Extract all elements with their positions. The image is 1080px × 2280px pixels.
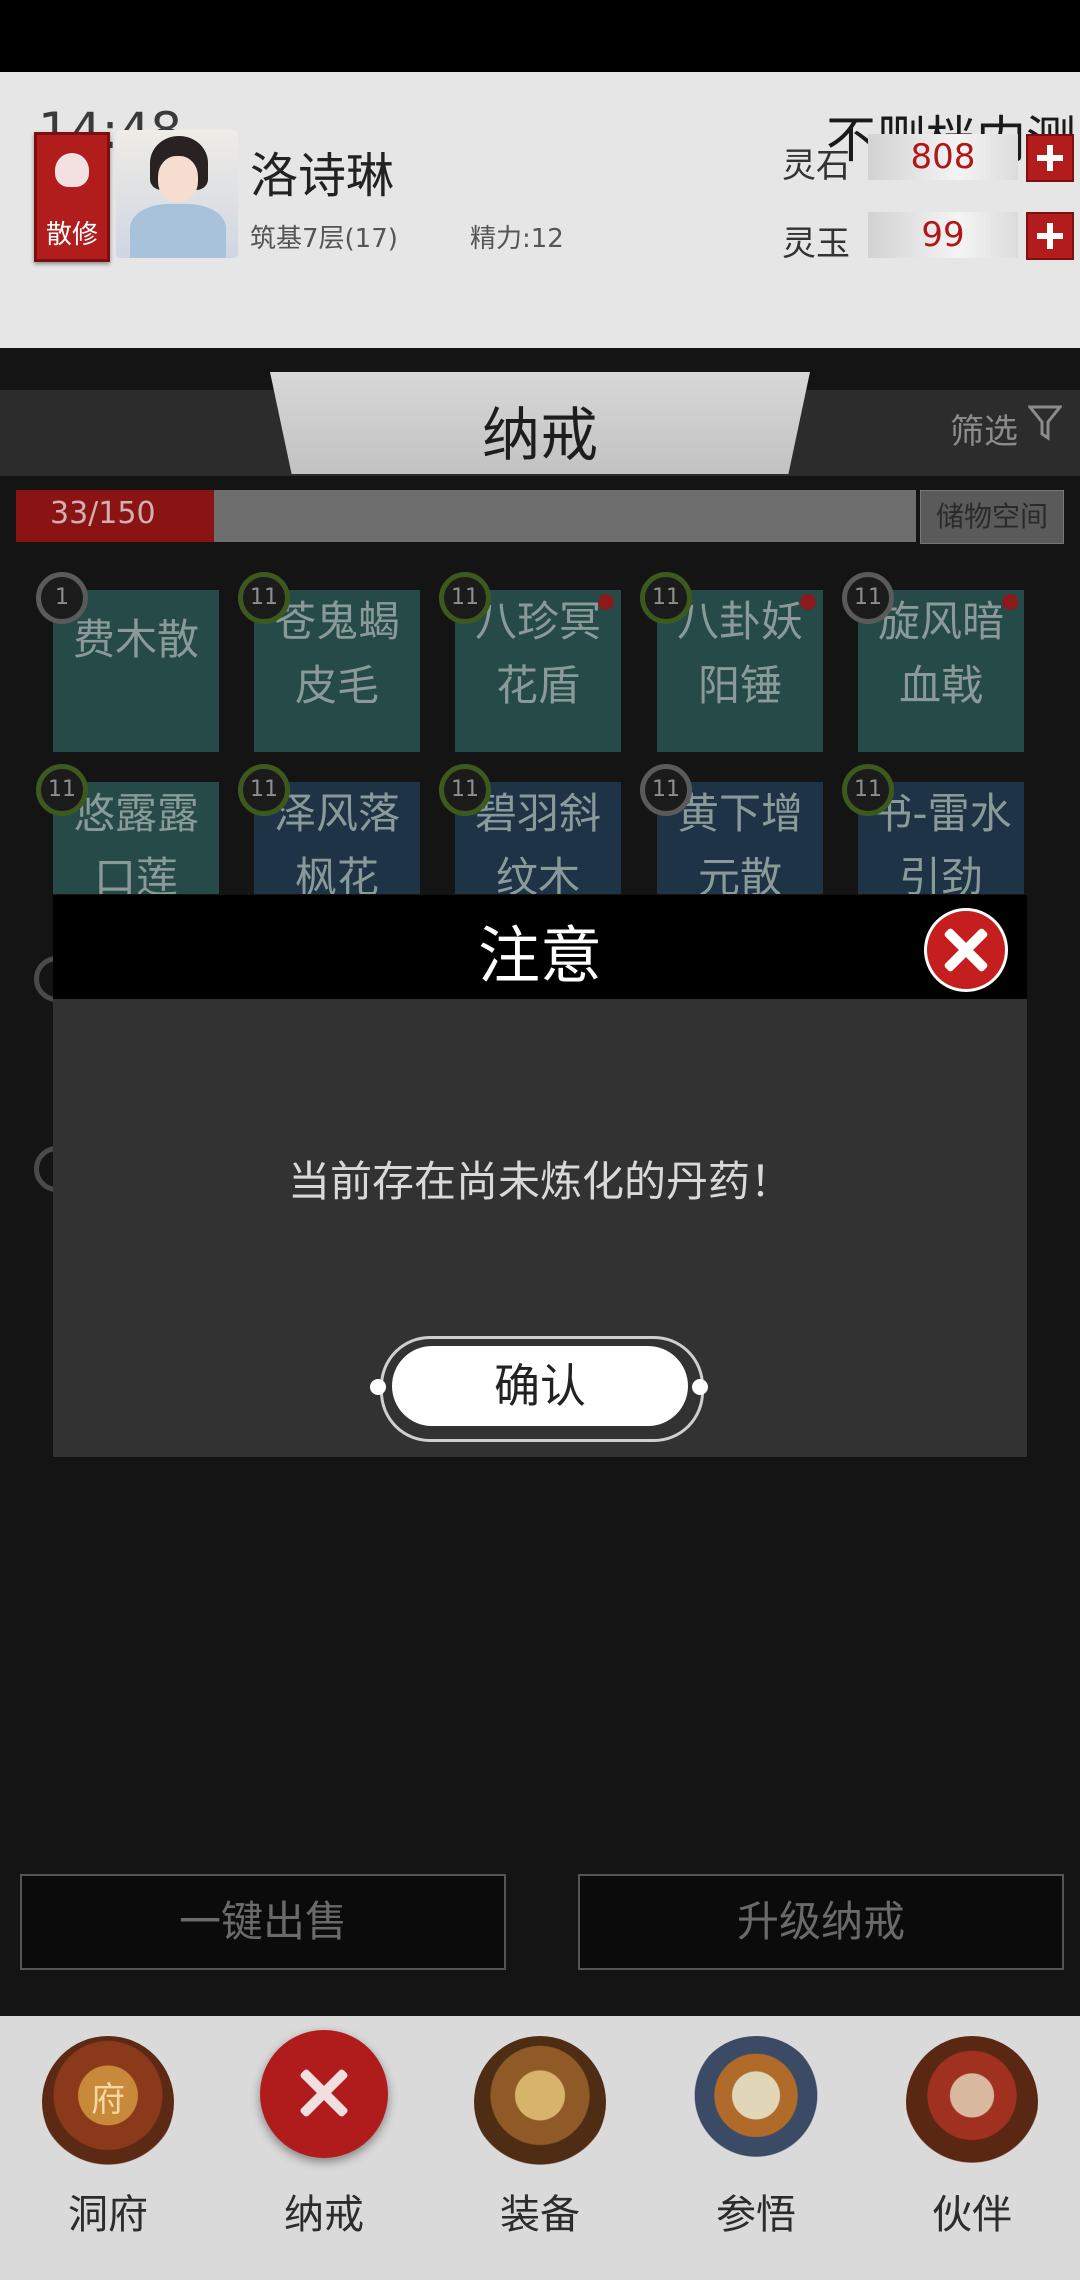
capacity-text: 33/150 xyxy=(50,496,156,531)
item-level-badge: 11 xyxy=(238,572,290,624)
system-status-bar xyxy=(0,0,1080,72)
cultivation-realm: 筑基7层(17) xyxy=(250,224,398,254)
spirit-stone-value: 808 xyxy=(868,134,1018,180)
storage-space-button[interactable]: 储物空间 xyxy=(920,490,1064,544)
button-knob-left xyxy=(370,1379,386,1395)
sect-badge[interactable]: 散修 xyxy=(34,132,110,262)
close-icon xyxy=(260,2030,388,2158)
dialog-message: 当前存在尚未炼化的丹药！ xyxy=(287,1157,792,1206)
nav-item-companion[interactable]: 伙伴 xyxy=(864,2016,1080,2280)
spirit-stone-label: 灵石 xyxy=(782,146,850,186)
lotus-icon xyxy=(55,153,89,187)
confirm-button[interactable]: 确认 xyxy=(392,1346,688,1426)
item-level-badge: 11 xyxy=(842,572,894,624)
bottom-nav: 府 洞府 纳戒 装备 参悟 伙伴 xyxy=(0,2016,1080,2280)
upgrade-ring-button[interactable]: 升级纳戒 xyxy=(578,1874,1064,1970)
nav-item-storage-ring[interactable]: 纳戒 xyxy=(216,2016,432,2280)
nav-item-mansion[interactable]: 府 洞府 xyxy=(0,2016,216,2280)
player-header: 14:48 不删档内测 散修 洛诗琳 筑基7层(17) 精力:12 灵石 808… xyxy=(0,72,1080,348)
scroll-emblem-icon xyxy=(690,2036,822,2168)
nav-item-insight[interactable]: 参悟 xyxy=(648,2016,864,2280)
spirit-jade-label: 灵玉 xyxy=(782,224,850,264)
item-level-badge: 11 xyxy=(439,764,491,816)
add-spirit-jade-button[interactable] xyxy=(1026,212,1074,260)
item-level-badge: 11 xyxy=(640,764,692,816)
mansion-emblem-icon: 府 xyxy=(42,2036,174,2168)
dialog-title: 注意 xyxy=(477,919,602,992)
nav-label: 装备 xyxy=(500,2192,580,2238)
button-knob-right xyxy=(692,1379,708,1395)
add-spirit-stone-button[interactable] xyxy=(1026,134,1074,182)
page-title: 纳戒 xyxy=(481,401,598,469)
item-level-badge: 11 xyxy=(238,764,290,816)
filter-button[interactable]: 筛选 xyxy=(950,404,1018,453)
new-item-dot xyxy=(1002,594,1018,610)
item-level-badge: 11 xyxy=(640,572,692,624)
sect-label: 散修 xyxy=(45,220,98,250)
filter-icon[interactable] xyxy=(1028,404,1062,442)
item-level-badge: 11 xyxy=(842,764,894,816)
character-name: 洛诗琳 xyxy=(250,148,395,204)
item-level-badge: 1 xyxy=(36,572,88,624)
stamina-value: 精力:12 xyxy=(470,224,564,254)
companion-emblem-icon xyxy=(906,2036,1038,2168)
helmet-emblem-icon xyxy=(474,2036,606,2168)
new-item-dot xyxy=(800,594,816,610)
spirit-jade-value: 99 xyxy=(868,212,1018,258)
nav-label: 参悟 xyxy=(716,2192,796,2238)
sell-all-button[interactable]: 一键出售 xyxy=(20,1874,506,1970)
dialog-close-button[interactable] xyxy=(924,908,1008,992)
nav-item-equipment[interactable]: 装备 xyxy=(432,2016,648,2280)
item-level-badge: 11 xyxy=(36,764,88,816)
nav-label: 洞府 xyxy=(68,2192,148,2238)
nav-label: 纳戒 xyxy=(284,2192,364,2238)
item-level-badge: 11 xyxy=(439,572,491,624)
nav-label: 伙伴 xyxy=(932,2192,1012,2238)
new-item-dot xyxy=(598,594,614,610)
avatar[interactable] xyxy=(116,130,238,258)
